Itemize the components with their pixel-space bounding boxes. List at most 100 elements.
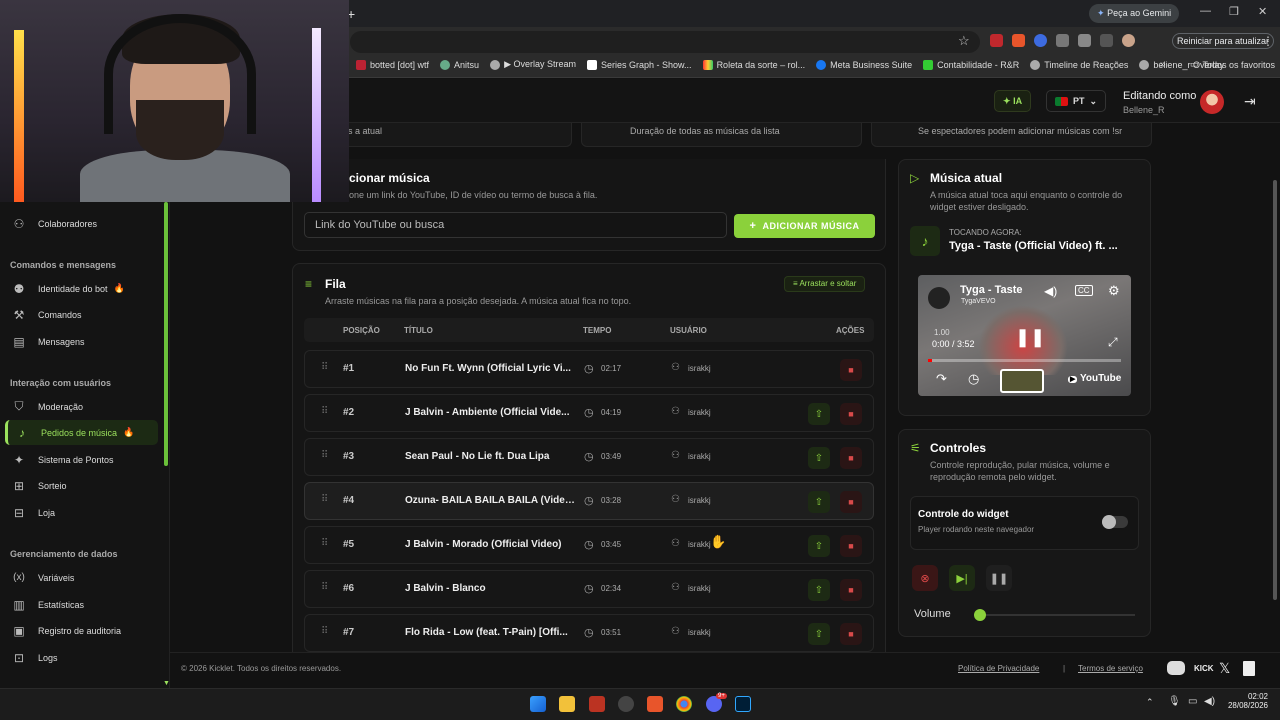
- x-twitter-icon[interactable]: 𝕏: [1219, 660, 1230, 677]
- extension-icon[interactable]: [1012, 34, 1025, 47]
- sidebar-item-raffle[interactable]: ⊞ Sorteio: [5, 473, 158, 498]
- windows-start-icon[interactable]: [530, 696, 546, 712]
- delete-button[interactable]: ■: [840, 359, 862, 381]
- app-icon[interactable]: [618, 696, 634, 712]
- brave-browser-icon[interactable]: [647, 696, 663, 712]
- discord-icon[interactable]: [1167, 661, 1185, 675]
- sidebar-item-commands[interactable]: ⚒ Comandos: [5, 302, 158, 327]
- restore-icon[interactable]: ❐: [1229, 5, 1239, 18]
- bookmark-item[interactable]: ▶ Overlay Stream: [490, 59, 576, 70]
- fullscreen-icon[interactable]: ⤢: [1108, 335, 1118, 350]
- move-up-button[interactable]: ⇧: [808, 403, 830, 425]
- pause-button[interactable]: ❚❚: [986, 565, 1012, 591]
- move-up-button[interactable]: ⇧: [808, 623, 830, 645]
- share-icon[interactable]: ↷: [936, 371, 947, 387]
- watch-later-icon[interactable]: ◷: [968, 371, 979, 387]
- delete-button[interactable]: ■: [840, 535, 862, 557]
- kick-link[interactable]: KICK: [1194, 664, 1214, 673]
- extension-icon[interactable]: [1056, 34, 1069, 47]
- drag-handle-icon[interactable]: ⠿: [321, 538, 328, 549]
- drag-handle-icon[interactable]: ⠿: [321, 450, 328, 461]
- song-search-input[interactable]: [304, 212, 727, 238]
- bookmark-item[interactable]: Series Graph - Show...: [587, 59, 692, 70]
- bookmark-star-icon[interactable]: ☆: [958, 33, 970, 49]
- app-icon[interactable]: [589, 696, 605, 712]
- bookmark-item[interactable]: Roleta da sorte – rol...: [702, 59, 805, 70]
- file-explorer-icon[interactable]: [559, 696, 575, 712]
- chrome-icon[interactable]: [676, 696, 692, 712]
- video-progress-bar[interactable]: [928, 359, 1121, 362]
- queue-row[interactable]: ⠿ #4 Ozuna- BAILA BAILA BAILA (Video... ◷ 03…: [304, 482, 874, 520]
- sidebar-item-bot-identity[interactable]: ⚉ Identidade do bot 🔥: [5, 276, 158, 301]
- move-up-button[interactable]: ⇧: [808, 491, 830, 513]
- sidebar-scrollbar[interactable]: [164, 202, 168, 466]
- channel-avatar[interactable]: [928, 287, 950, 309]
- extension-icon[interactable]: [1034, 34, 1047, 47]
- sidebar-item-moderation[interactable]: ⛉ Moderação: [5, 394, 158, 419]
- document-icon[interactable]: [1243, 661, 1255, 676]
- address-bar[interactable]: [350, 31, 980, 53]
- stop-button[interactable]: ⊗: [912, 565, 938, 591]
- all-bookmarks-button[interactable]: ▭ Todos os favoritos: [1190, 59, 1275, 70]
- logout-icon[interactable]: ⇥: [1244, 93, 1256, 110]
- network-icon[interactable]: ▭: [1188, 696, 1197, 707]
- move-up-button[interactable]: ⇧: [808, 535, 830, 557]
- video-channel[interactable]: TygaVEVO: [961, 298, 996, 305]
- extensions-puzzle-icon[interactable]: [1078, 34, 1091, 47]
- sidebar-item-audit[interactable]: ▣ Registro de auditoria: [5, 618, 158, 643]
- minimize-icon[interactable]: —: [1200, 5, 1211, 17]
- queue-row[interactable]: ⠿ #5 J Balvin - Morado (Official Video) ◷ 03…: [304, 526, 874, 564]
- browser-menu-icon[interactable]: ⋮: [1262, 34, 1274, 48]
- terms-link[interactable]: Termos de serviço: [1078, 664, 1143, 673]
- sidebar-scroll-down-icon[interactable]: ▼: [163, 680, 170, 687]
- bookmark-item[interactable]: Meta Business Suite: [816, 59, 912, 70]
- queue-row[interactable]: ⠿ #1 No Fun Ft. Wynn (Official Lyric Vi...…: [304, 350, 874, 388]
- video-title[interactable]: Tyga - Taste: [960, 284, 1023, 296]
- language-select[interactable]: PT ⌄: [1046, 90, 1107, 112]
- more-bookmarks-icon[interactable]: »: [1160, 59, 1166, 70]
- sidebar-item-messages[interactable]: ▤ Mensagens: [5, 329, 158, 354]
- volume-handle[interactable]: [974, 609, 986, 621]
- page-scrollbar[interactable]: [1273, 180, 1277, 600]
- sidebar-item-variables[interactable]: (x) Variáveis: [5, 565, 158, 590]
- delete-button[interactable]: ■: [840, 491, 862, 513]
- skip-button[interactable]: ▶|: [949, 565, 975, 591]
- sidebar-item-points[interactable]: ✦ Sistema de Pontos: [5, 447, 158, 472]
- queue-row[interactable]: ⠿ #2 J Balvin - Ambiente (Official Vide...…: [304, 394, 874, 432]
- tray-chevron-icon[interactable]: ⌃: [1146, 697, 1154, 708]
- sidebar-item-song-requests[interactable]: ♪ Pedidos de música 🔥: [5, 420, 158, 445]
- microphone-icon[interactable]: 🎙: [1168, 696, 1181, 707]
- add-song-button[interactable]: + ADICIONAR MÚSICA: [734, 214, 875, 238]
- user-avatar[interactable]: [1200, 90, 1224, 114]
- youtube-logo[interactable]: ▶ YouTube: [1068, 373, 1121, 384]
- taskbar-clock[interactable]: 02:02 28/08/2026: [1226, 692, 1268, 710]
- volume-slider[interactable]: [980, 614, 1135, 616]
- volume-icon[interactable]: ◀): [1044, 284, 1057, 298]
- speaker-icon[interactable]: ◀): [1204, 696, 1215, 707]
- drag-handle-icon[interactable]: ⠿: [321, 626, 328, 637]
- drag-handle-icon[interactable]: ⠿: [321, 406, 328, 417]
- youtube-player[interactable]: Tyga - Taste TygaVEVO ◀) CC ⚙ 1.00 ❚❚ 0:…: [918, 275, 1131, 396]
- bookmark-item[interactable]: Contabilidade - R&R: [923, 59, 1019, 70]
- reading-list-icon[interactable]: [1100, 34, 1113, 47]
- sidebar-item-logs[interactable]: ⊡ Logs: [5, 645, 158, 670]
- queue-row[interactable]: ⠿ #7 Flo Rida - Low (feat. T-Pain) [Offi..…: [304, 614, 874, 652]
- move-up-button[interactable]: ⇧: [808, 447, 830, 469]
- delete-button[interactable]: ■: [840, 623, 862, 645]
- drag-handle-icon[interactable]: ⠿: [321, 582, 328, 593]
- delete-button[interactable]: ■: [840, 579, 862, 601]
- settings-gear-icon[interactable]: ⚙: [1108, 283, 1120, 299]
- drag-handle-icon[interactable]: ⠿: [321, 362, 328, 373]
- bookmark-item[interactable]: Anitsu: [440, 59, 479, 70]
- close-window-icon[interactable]: ✕: [1258, 5, 1267, 18]
- next-video-thumbnail[interactable]: [1000, 369, 1044, 393]
- sidebar-item-statistics[interactable]: ▥ Estatísticas: [5, 592, 158, 617]
- sidebar-item-collaborators[interactable]: ⚇ Colaboradores: [5, 211, 158, 236]
- photoshop-icon[interactable]: [735, 696, 751, 712]
- gemini-button[interactable]: ✦ Peça ao Gemini: [1089, 4, 1180, 23]
- privacy-link[interactable]: Política de Privacidade: [958, 664, 1039, 673]
- queue-row[interactable]: ⠿ #3 Sean Paul - No Lie ft. Dua Lipa ◷ 03:49…: [304, 438, 874, 476]
- drag-handle-icon[interactable]: ⠿: [321, 494, 328, 505]
- extension-icon[interactable]: [990, 34, 1003, 47]
- bookmark-item[interactable]: botted [dot] wtf: [356, 59, 429, 70]
